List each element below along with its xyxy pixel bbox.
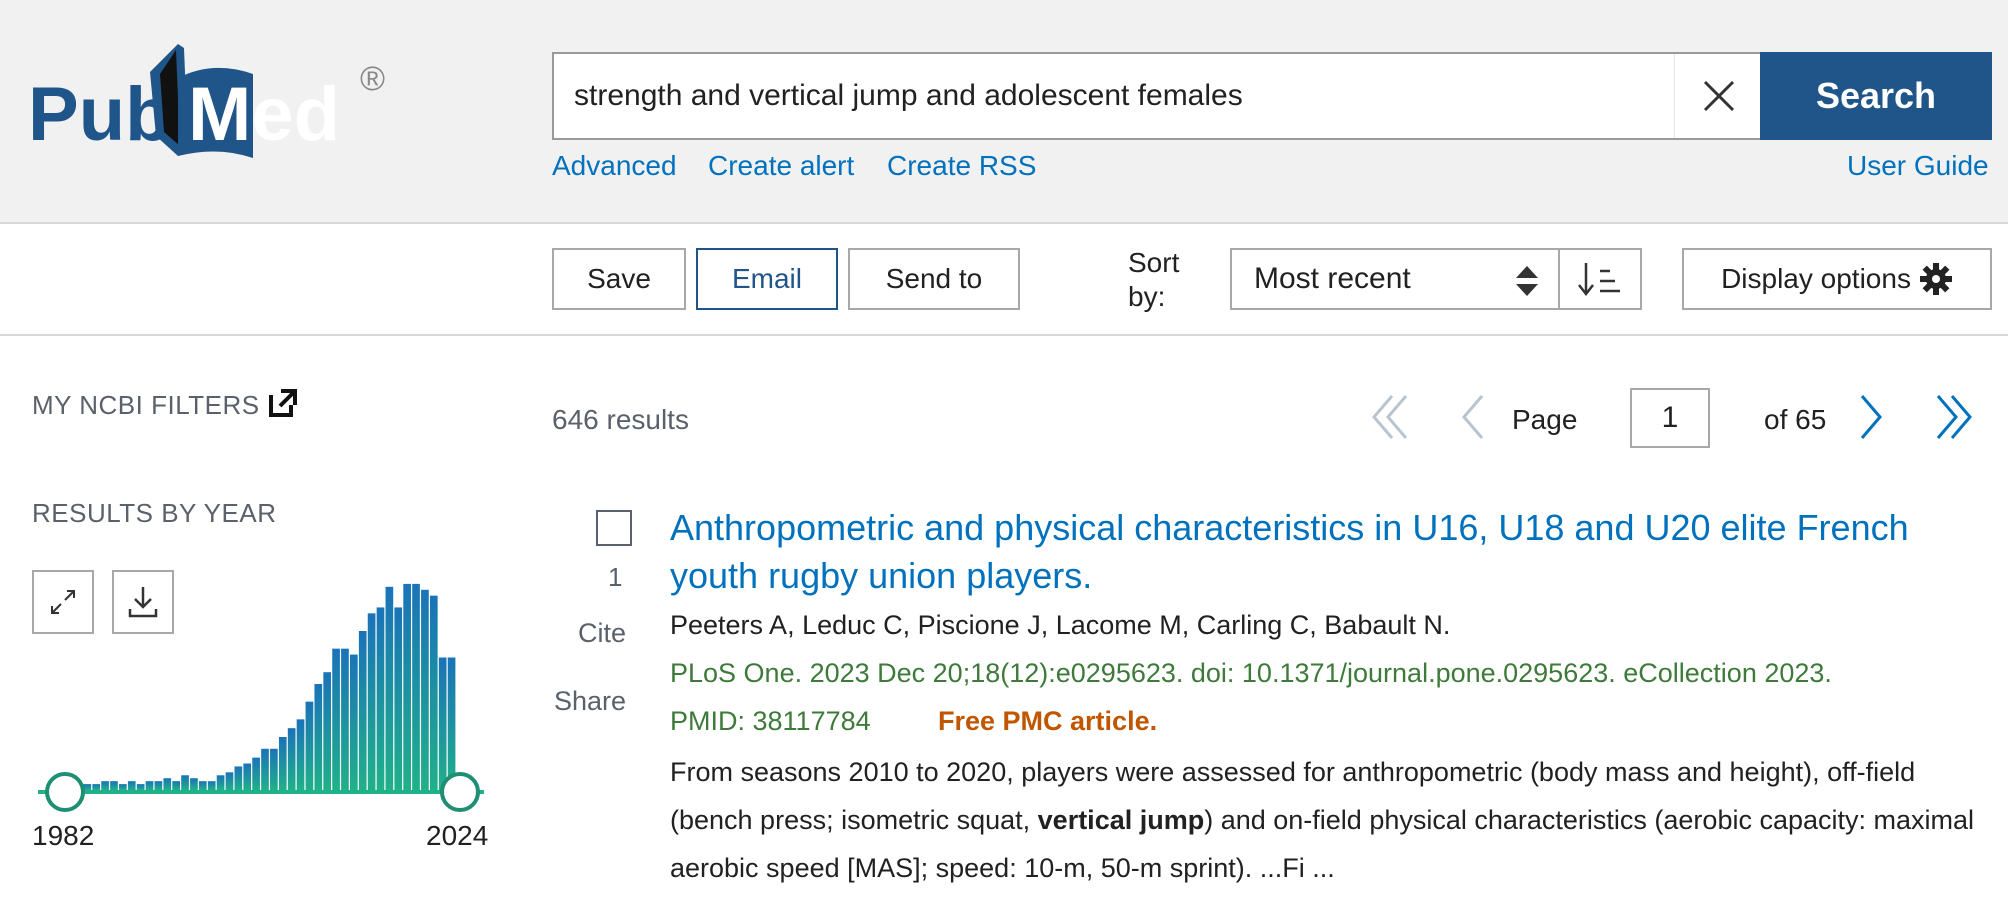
year-bar-1987[interactable]: [119, 784, 127, 790]
year-bar-2023[interactable]: [438, 657, 447, 791]
year-bar-2022[interactable]: [429, 595, 438, 790]
article-title-link[interactable]: Anthropometric and physical characterist…: [670, 504, 1970, 600]
display-options-label: Display options: [1721, 263, 1911, 294]
results-count: 646 results: [552, 404, 689, 435]
year-bar-2002[interactable]: [252, 757, 260, 790]
year-bar-2011[interactable]: [332, 648, 340, 790]
year-bar-2021[interactable]: [421, 589, 429, 790]
year-bar-1991[interactable]: [154, 781, 163, 790]
year-bar-2009[interactable]: [314, 684, 323, 790]
year-bar-1996[interactable]: [198, 781, 207, 790]
logo-text-med: Med: [188, 72, 340, 157]
display-options-button[interactable]: Display options: [1682, 248, 1992, 310]
year-bar-1988[interactable]: [127, 781, 136, 790]
previous-page-icon[interactable]: [1458, 394, 1486, 440]
logo-text-pub: Pub: [28, 72, 172, 157]
year-bar-1984[interactable]: [92, 784, 101, 790]
year-bars: [74, 583, 456, 791]
pubmed-logo[interactable]: Pub Med ®: [28, 38, 398, 168]
year-bar-2014[interactable]: [358, 631, 367, 790]
year-bar-2005[interactable]: [278, 737, 287, 790]
year-bar-2004[interactable]: [270, 748, 278, 790]
search-input[interactable]: [574, 54, 1654, 138]
page-label: Page: [1512, 404, 1578, 435]
user-guide-link[interactable]: User Guide: [1847, 150, 1989, 182]
results-by-year-chart: [38, 583, 484, 812]
first-page-icon[interactable]: [1370, 394, 1410, 440]
close-icon: [1703, 80, 1734, 112]
article-authors: Peeters A, Leduc C, Piscione J, Lacome M…: [670, 610, 1451, 640]
year-bar-2006[interactable]: [287, 728, 296, 790]
year-bar-2020[interactable]: [412, 583, 420, 790]
article-pmid: PMID: 38117784: [670, 706, 871, 736]
sort-arrows-icon: [1516, 266, 1538, 296]
year-bar-1985[interactable]: [101, 781, 109, 790]
year-bar-1999[interactable]: [225, 772, 234, 790]
year-bar-2016[interactable]: [376, 607, 385, 790]
next-page-icon[interactable]: [1858, 394, 1886, 440]
sort-order-button[interactable]: [1558, 248, 1642, 310]
year-end-label: 2024: [426, 820, 489, 851]
last-page-icon[interactable]: [1934, 394, 1974, 440]
result-checkbox[interactable]: [596, 510, 632, 546]
article-snippet: From seasons 2010 to 2020, players were …: [670, 748, 1980, 892]
year-bar-2007[interactable]: [296, 719, 305, 790]
year-bar-2017[interactable]: [385, 586, 394, 790]
year-bar-2024[interactable]: [447, 657, 456, 791]
send-to-button[interactable]: Send to: [848, 248, 1020, 310]
year-bar-1989[interactable]: [136, 784, 145, 790]
timeline-start-handle[interactable]: [45, 772, 85, 812]
snippet-highlight: vertical jump: [1037, 805, 1205, 835]
year-bar-1990[interactable]: [145, 781, 154, 790]
search-button[interactable]: Search: [1760, 52, 1992, 140]
year-bar-1998[interactable]: [216, 775, 225, 790]
sort-by-label: Sort by:: [1128, 247, 1180, 312]
page-number-input[interactable]: [1630, 388, 1710, 448]
gear-icon: [1919, 263, 1952, 295]
email-button[interactable]: Email: [696, 248, 838, 310]
year-bar-1994[interactable]: [181, 775, 189, 790]
timeline-end-handle[interactable]: [440, 772, 480, 812]
search-box: [552, 52, 1762, 140]
year-bar-2008[interactable]: [305, 701, 314, 790]
year-start-label: 1982: [32, 820, 95, 851]
year-bar-2001[interactable]: [243, 763, 252, 791]
year-bar-2019[interactable]: [403, 583, 411, 790]
sort-descending-icon: [1578, 263, 1620, 297]
year-bar-2003[interactable]: [261, 748, 269, 790]
sort-select[interactable]: Most recent: [1230, 248, 1560, 310]
year-bar-2013[interactable]: [350, 654, 358, 790]
share-button[interactable]: Share: [554, 686, 626, 717]
year-bar-1986[interactable]: [110, 781, 118, 790]
advanced-search-link[interactable]: Advanced: [552, 150, 677, 182]
year-bar-2015[interactable]: [367, 613, 376, 790]
create-rss-link[interactable]: Create RSS: [887, 150, 1036, 182]
my-ncbi-filters-heading: MY NCBI FILTERS: [32, 390, 260, 420]
page-total: of 65: [1764, 404, 1827, 435]
search-header: Pub Med ® Search Advanced Create alert C…: [0, 0, 2008, 224]
year-bar-2010[interactable]: [323, 672, 332, 790]
logo-registered: ®: [360, 60, 385, 98]
year-bar-1993[interactable]: [172, 781, 180, 790]
year-bar-1997[interactable]: [207, 781, 216, 790]
cite-button[interactable]: Cite: [578, 618, 626, 649]
year-bar-2012[interactable]: [341, 648, 349, 790]
clear-search-button[interactable]: [1674, 54, 1762, 138]
year-bar-2018[interactable]: [394, 607, 403, 790]
save-button[interactable]: Save: [552, 248, 686, 310]
external-link-icon[interactable]: [268, 388, 298, 418]
year-bar-2000[interactable]: [234, 766, 243, 790]
result-number: 1: [608, 562, 623, 592]
results-by-year-heading: RESULTS BY YEAR: [32, 498, 277, 528]
year-bar-1992[interactable]: [163, 778, 172, 790]
free-pmc-article-link[interactable]: Free PMC article.: [938, 706, 1157, 737]
sort-select-value: Most recent: [1254, 262, 1411, 295]
create-alert-link[interactable]: Create alert: [708, 150, 854, 182]
results-toolbar: Save Email Send to Sort by: Most recent …: [0, 226, 2008, 336]
year-bar-1995[interactable]: [190, 778, 198, 790]
article-citation: PLoS One. 2023 Dec 20;18(12):e0295623. d…: [670, 658, 1832, 688]
